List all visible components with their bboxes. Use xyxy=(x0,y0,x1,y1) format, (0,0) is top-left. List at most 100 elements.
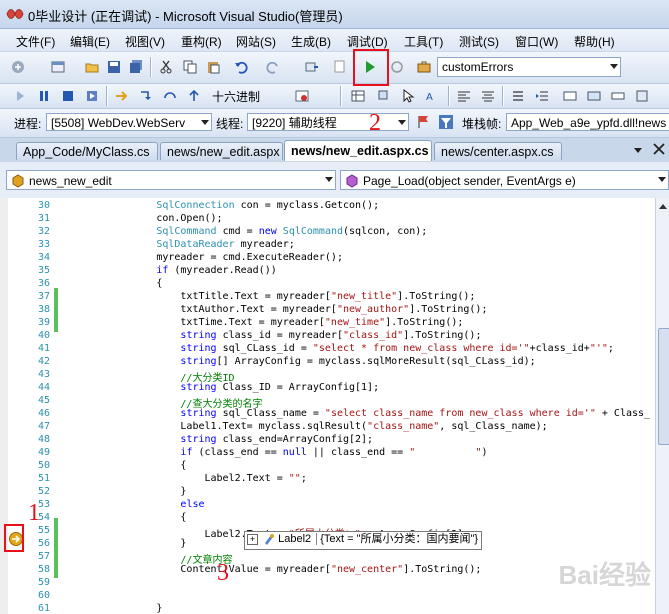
debugger-datatip[interactable]: + Label2 {Text = "所属小分类：国内要闻"} xyxy=(244,531,483,550)
method-combo[interactable]: Page_Load(object sender, EventArgs e) xyxy=(340,170,669,190)
span-button[interactable] xyxy=(608,86,628,106)
add-item-button[interactable] xyxy=(48,57,68,77)
class-combo[interactable]: news_new_edit xyxy=(6,170,336,190)
code-line[interactable]: } xyxy=(60,486,186,497)
code-line[interactable]: string class_id = myreader["class_id"].T… xyxy=(60,330,481,341)
code-editor[interactable]: 30 SqlConnection con = myclass.Getcon();… xyxy=(0,198,655,614)
menu-window[interactable]: 窗口(W) xyxy=(515,33,558,50)
step-into-button[interactable] xyxy=(136,86,156,106)
code-line[interactable]: string class_end=ArrayConfig[2]; xyxy=(60,434,373,445)
toolbar-separator xyxy=(340,86,342,106)
code-line[interactable]: SqlCommand cmd = new SqlCommand(sqlcon, … xyxy=(60,226,427,237)
find-button[interactable] xyxy=(330,57,350,77)
align-left-button[interactable] xyxy=(454,86,474,106)
menu-tools[interactable]: 工具(T) xyxy=(404,33,443,50)
tab-center-aspx-cs[interactable]: news/center.aspx.cs xyxy=(434,142,562,160)
font-tool-button[interactable]: A xyxy=(422,86,442,106)
code-line[interactable]: Label2.Text = ""; xyxy=(60,473,306,484)
code-line[interactable]: string[] ArrayConfig = myclass.sqlMoreRe… xyxy=(60,356,535,367)
code-line[interactable]: string Class_ID = ArrayConfig[1]; xyxy=(60,382,379,393)
breakpoints-window-button[interactable] xyxy=(292,86,312,106)
code-line[interactable]: string sql_CLass_id = "select * from new… xyxy=(60,343,614,354)
code-line[interactable]: else xyxy=(60,499,204,510)
step-over-button[interactable] xyxy=(160,86,180,106)
code-line[interactable]: Label1.Text= myclass.sqlResult("class_na… xyxy=(60,421,547,432)
menu-edit[interactable]: 编辑(E) xyxy=(70,33,110,50)
copy-button[interactable] xyxy=(180,57,200,77)
expand-plus-icon[interactable]: + xyxy=(247,533,258,545)
rect-button[interactable] xyxy=(632,86,652,106)
html-tool-1-button[interactable] xyxy=(348,86,368,106)
cut-button[interactable] xyxy=(156,57,176,77)
tab-myclass-cs[interactable]: App_Code/MyClass.cs xyxy=(16,142,158,160)
code-line[interactable]: myreader = cmd.ExecuteReader(); xyxy=(60,252,343,263)
menu-debug[interactable]: 调试(D) xyxy=(347,33,388,50)
menu-help[interactable]: 帮助(H) xyxy=(574,33,615,50)
scrollbar-thumb[interactable] xyxy=(658,328,669,445)
code-line[interactable]: } xyxy=(60,603,162,614)
code-line[interactable]: SqlConnection con = myclass.Getcon(); xyxy=(60,200,379,211)
changed-lines-bar xyxy=(54,518,58,578)
code-line[interactable]: Content.Value = myreader["new_center"].T… xyxy=(60,564,481,575)
html-tool-2-button[interactable] xyxy=(374,86,394,106)
save-all-button[interactable] xyxy=(126,57,146,77)
stop-debugging-button[interactable] xyxy=(58,86,78,106)
restart-button[interactable] xyxy=(82,86,102,106)
code-line[interactable]: } xyxy=(60,538,186,549)
process-combo[interactable]: [5508] WebDev.WebServ xyxy=(46,113,212,131)
vertical-scrollbar[interactable] xyxy=(655,198,669,614)
tab-dropdown-icon[interactable] xyxy=(632,144,644,156)
stackframe-combo[interactable]: App_Web_a9e_ypfd.dll!news xyxy=(506,113,669,131)
chevron-down-icon xyxy=(398,120,406,125)
code-token: string xyxy=(180,434,217,445)
line-number: 35 xyxy=(37,265,50,276)
open-button[interactable] xyxy=(82,57,102,77)
menu-file[interactable]: 文件(F) xyxy=(16,33,55,50)
code-line[interactable]: txtTitle.Text = myreader["new_title"].To… xyxy=(60,291,475,302)
hex-display-button[interactable]: 十六进制 xyxy=(212,88,260,105)
close-icon[interactable] xyxy=(653,143,665,155)
code-line[interactable]: { xyxy=(60,512,186,523)
navigate-backward-button[interactable] xyxy=(302,57,322,77)
menu-build[interactable]: 生成(B) xyxy=(291,33,331,50)
code-line[interactable]: txtTime.Text = myreader["new_time"].ToSt… xyxy=(60,317,463,328)
code-line[interactable]: txtAuthor.Text = myreader["new_author"].… xyxy=(60,304,487,315)
scroll-up-icon[interactable] xyxy=(658,202,668,210)
toggle-flag-button[interactable] xyxy=(413,112,433,132)
undo-button[interactable] xyxy=(231,57,251,77)
code-line[interactable]: { xyxy=(60,460,186,471)
browse-button[interactable] xyxy=(387,57,407,77)
tab-new-edit-aspx[interactable]: news/new_edit.aspx xyxy=(160,142,283,160)
menu-refactor[interactable]: 重构(R) xyxy=(181,33,222,50)
code-line[interactable]: string sql_Class_name = "select class_na… xyxy=(60,408,650,419)
code-line[interactable]: if (class_end == null || class_end == " … xyxy=(60,447,488,458)
code-line[interactable]: if (myreader.Read()) xyxy=(60,265,276,276)
indent-button[interactable] xyxy=(532,86,552,106)
show-next-statement-button[interactable] xyxy=(112,86,132,106)
code-token: ) xyxy=(481,447,488,458)
break-all-button[interactable] xyxy=(34,86,54,106)
align-center-button[interactable] xyxy=(478,86,498,106)
code-line[interactable]: SqlDataReader myreader; xyxy=(60,239,295,250)
list-button[interactable] xyxy=(508,86,528,106)
datatip-value[interactable]: {Text = "所属小分类：国内要闻"} xyxy=(316,533,482,545)
new-project-button[interactable] xyxy=(8,57,28,77)
menu-test[interactable]: 测试(S) xyxy=(459,33,499,50)
paste-button[interactable] xyxy=(203,57,223,77)
solution-config-button[interactable] xyxy=(414,57,434,77)
continue-button[interactable] xyxy=(10,86,30,106)
save-button[interactable] xyxy=(104,57,124,77)
menu-website[interactable]: 网站(S) xyxy=(236,33,276,50)
code-line[interactable]: con.Open(); xyxy=(60,213,222,224)
pointer-tool-button[interactable] xyxy=(398,86,418,106)
step-out-button[interactable] xyxy=(184,86,204,106)
panel-button[interactable] xyxy=(584,86,604,106)
filter-button[interactable] xyxy=(436,112,456,132)
menu-view[interactable]: 视图(V) xyxy=(125,33,165,50)
redo-button[interactable] xyxy=(263,57,283,77)
frame-button[interactable] xyxy=(560,86,580,106)
thread-combo[interactable]: [9220] 辅助线程 xyxy=(247,113,409,131)
config-combo[interactable]: customErrors xyxy=(437,57,621,77)
code-line[interactable]: { xyxy=(60,278,162,289)
tab-new-edit-aspx-cs[interactable]: news/new_edit.aspx.cs xyxy=(284,140,432,161)
